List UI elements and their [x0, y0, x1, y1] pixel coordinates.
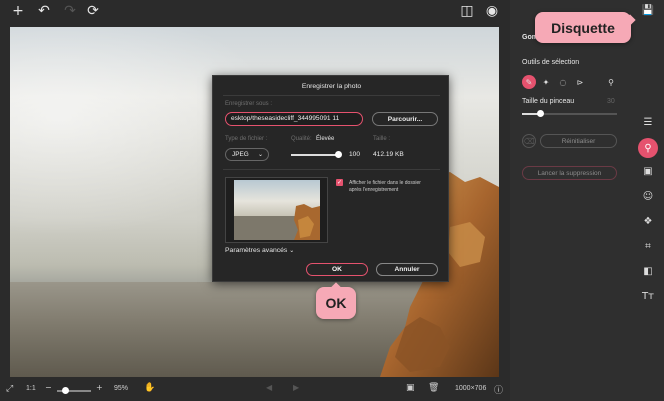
- quality-label: Qualité:: [291, 136, 312, 142]
- image-edit-icon[interactable]: ▣: [640, 163, 656, 179]
- compare-icon[interactable]: ◫: [459, 3, 475, 19]
- selection-tools-label: Outils de sélection: [522, 59, 580, 66]
- brush-size-label: Taille du pinceau: [522, 98, 575, 105]
- top-toolbar: + ↶ ↷ ⟳ ◫ ◉: [0, 0, 510, 22]
- chevron-down-icon: ⌄: [289, 247, 295, 254]
- save-path-input[interactable]: esktop/theseasidecliff_344995091 11: [225, 112, 363, 126]
- filters-icon[interactable]: ❖: [640, 213, 656, 229]
- stamp-icon[interactable]: ⚲: [604, 75, 618, 89]
- file-type-select[interactable]: JPEG ⌄: [225, 148, 269, 161]
- hand-icon[interactable]: ✋: [144, 383, 155, 393]
- dialog-title: Enregistrer la photo: [301, 83, 362, 90]
- zoom-ratio[interactable]: 1:1: [26, 385, 36, 392]
- file-type-value: JPEG: [232, 151, 249, 158]
- divider: [223, 95, 440, 96]
- brush-size-value: 30: [607, 98, 615, 105]
- adjust-icon[interactable]: ☰: [640, 114, 656, 130]
- callout-disquette: Disquette: [535, 12, 636, 43]
- prev-icon[interactable]: ◀: [266, 383, 272, 392]
- divider: [223, 169, 440, 170]
- layers-icon[interactable]: ◧: [640, 263, 656, 279]
- show-in-folder-label: Afficher le fichier dans le dossier aprè…: [349, 180, 421, 193]
- preview-image: [234, 180, 320, 240]
- zoom-slider-thumb[interactable]: [62, 387, 69, 394]
- magic-wand-icon[interactable]: ✦: [539, 75, 553, 89]
- preview-icon[interactable]: ◉: [484, 3, 500, 19]
- image-dimensions: 1000×706: [455, 385, 487, 392]
- save-icon[interactable]: 💾: [640, 2, 656, 18]
- quality-slider-thumb[interactable]: [335, 151, 342, 158]
- cancel-button[interactable]: Annuler: [376, 263, 438, 276]
- preview-thumbnail: [225, 177, 328, 243]
- fit-screen-icon[interactable]: ⤢: [6, 384, 13, 394]
- size-label: Taille :: [373, 136, 391, 142]
- zoom-in-icon[interactable]: +: [96, 383, 103, 392]
- file-type-label: Type de fichier :: [225, 136, 268, 142]
- file-size-value: 412.19 KB: [373, 151, 404, 158]
- run-erase-button[interactable]: Lancer la suppression: [522, 166, 617, 180]
- show-in-folder-checkbox[interactable]: ✓: [336, 179, 343, 186]
- image-icon[interactable]: ▣: [406, 383, 415, 393]
- quality-level: Élevée: [316, 136, 335, 142]
- reset-button[interactable]: Réinitialiser: [540, 134, 617, 148]
- info-icon[interactable]: ⓘ: [494, 383, 503, 396]
- refresh-icon[interactable]: ⟳: [85, 3, 101, 19]
- polygon-lasso-icon[interactable]: ⊳: [573, 75, 587, 89]
- brush-size-thumb[interactable]: [537, 110, 544, 117]
- text-icon[interactable]: Tт: [640, 288, 656, 304]
- brush-tool-icon[interactable]: ✎: [522, 75, 536, 89]
- callout-ok: OK: [316, 282, 356, 319]
- save-as-label: Enregistrer sous :: [225, 101, 273, 107]
- crop-icon[interactable]: ⌗: [640, 238, 656, 254]
- advanced-settings-label: Paramètres avancés: [225, 247, 288, 254]
- chevron-down-icon: ⌄: [257, 151, 263, 158]
- undo-icon[interactable]: ↶: [36, 3, 52, 19]
- bottom-toolbar: ⤢ 1:1 − + 95% ✋ ◀ ▶ ▣ 🗑 1000×706 ⓘ: [0, 380, 510, 401]
- quality-slider[interactable]: [291, 154, 341, 156]
- add-icon[interactable]: +: [10, 3, 26, 19]
- eraser-icon[interactable]: ⌫: [522, 134, 536, 148]
- face-icon[interactable]: ☺: [640, 188, 656, 204]
- next-icon[interactable]: ▶: [293, 383, 299, 392]
- trash-icon[interactable]: 🗑: [428, 383, 439, 393]
- quality-value: 100: [349, 151, 361, 158]
- redo-icon[interactable]: ↷: [62, 3, 78, 19]
- callout-ok-text: OK: [325, 295, 347, 311]
- browse-button[interactable]: Parcourir...: [372, 112, 438, 126]
- advanced-settings-toggle[interactable]: Paramètres avancés ⌄: [225, 247, 294, 254]
- lasso-icon[interactable]: ◌: [556, 75, 570, 89]
- callout-disquette-text: Disquette: [551, 19, 615, 36]
- zoom-out-icon[interactable]: −: [45, 383, 52, 392]
- zoom-percent: 95%: [114, 385, 129, 392]
- ok-button[interactable]: OK: [306, 263, 368, 276]
- stamp-tool-icon[interactable]: ⚲: [638, 138, 658, 158]
- save-photo-dialog: Enregistrer la photo Enregistrer sous : …: [212, 75, 449, 282]
